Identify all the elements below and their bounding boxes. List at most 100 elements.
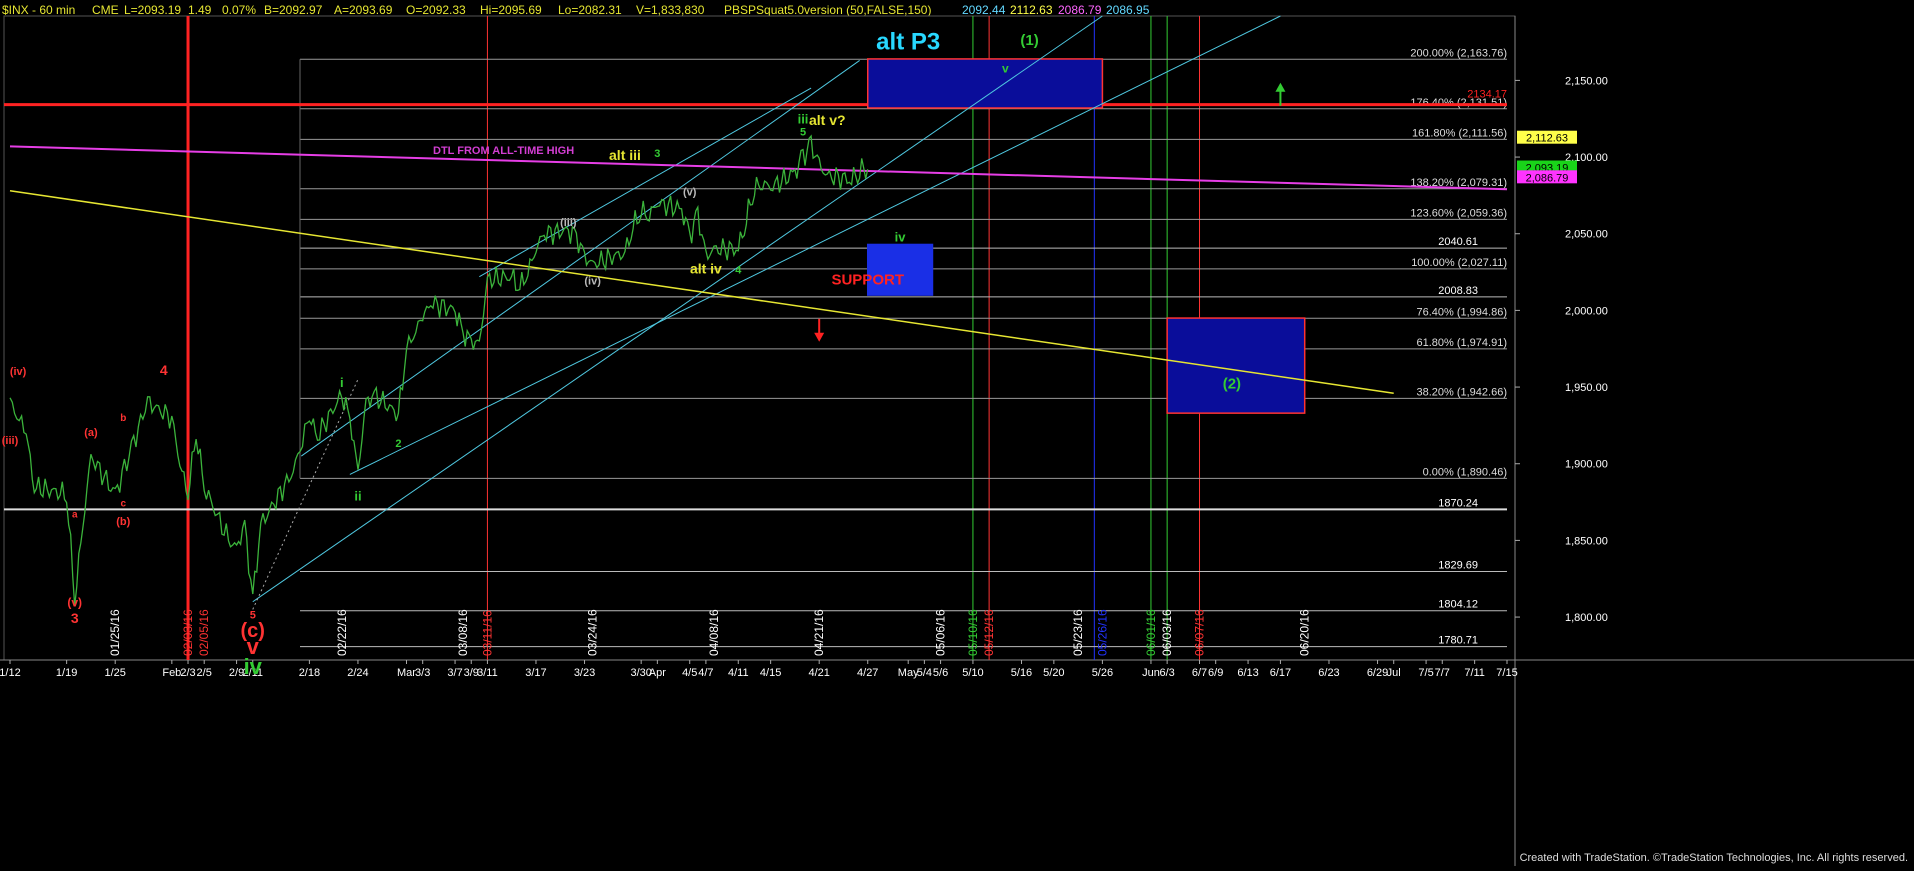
fib-level-label: 100.00% (2,027.11) — [1411, 257, 1507, 269]
wave-label: (1) — [1020, 32, 1038, 49]
x-tick-label: 5/26 — [1092, 667, 1113, 679]
wave-label: alt iv — [690, 261, 722, 277]
wave-label: v — [1002, 62, 1009, 76]
fib-level-label: 76.40% (1,994.86) — [1416, 306, 1507, 318]
wave-label: a — [72, 509, 78, 520]
wave-label: iv — [895, 229, 907, 244]
x-tick-label: 6/3 — [1159, 667, 1174, 679]
date-label: 05/26/16 — [1095, 609, 1109, 656]
horizontal-level-label: 1829.69 — [1438, 560, 1478, 572]
header-low: Lo=2082.31 — [558, 3, 622, 17]
wave-label: SUPPORT — [831, 271, 904, 288]
date-label: 05/06/16 — [934, 609, 948, 656]
x-tick-label: 1/19 — [56, 667, 77, 679]
y-tick-label: 2,000.00 — [1565, 305, 1608, 317]
x-tick-label: 2/18 — [299, 667, 320, 679]
dotted-trendline — [252, 379, 359, 610]
x-tick-label: 6/23 — [1318, 667, 1339, 679]
y-tick-label: 1,850.00 — [1565, 535, 1608, 547]
date-label: 05/10/16 — [966, 609, 980, 656]
date-label: 06/01/16 — [1144, 609, 1158, 656]
fib-level-label: 61.80% (1,974.91) — [1416, 337, 1507, 349]
wave-label: 3 — [654, 148, 660, 160]
y-tick-label: 1,900.00 — [1565, 459, 1608, 471]
horizontal-level-label: 1780.71 — [1438, 635, 1478, 647]
x-tick-label: 7/11 — [1464, 667, 1485, 679]
red-down-arrow — [814, 318, 825, 342]
header-ask: A=2093.69 — [334, 3, 393, 17]
y-tick-label: 2,150.00 — [1565, 75, 1608, 87]
x-tick-label: 3/17 — [525, 667, 546, 679]
x-tick-label: 5/10 — [962, 667, 983, 679]
date-label: 05/12/16 — [982, 609, 996, 656]
wave-label: (2) — [1223, 376, 1241, 393]
wave-label: alt iii — [609, 147, 641, 163]
wave-label: b — [120, 413, 126, 424]
footer-credit: Created with TradeStation. ©TradeStation… — [1519, 852, 1908, 864]
horizontal-level-label: 2008.83 — [1438, 285, 1478, 297]
fib-level-label: 200.00% (2,163.76) — [1410, 47, 1507, 59]
x-tick-label: 3/11 — [477, 667, 498, 679]
price-chart[interactable]: $INX - 60 min CME L=2093.19 1.49 0.07% B… — [0, 0, 1914, 866]
header-open: O=2092.33 — [406, 3, 466, 17]
wave-label: alt v? — [809, 112, 846, 128]
horizontal-level-label: 2040.61 — [1438, 236, 1478, 248]
x-tick-label: 4/7 — [698, 667, 713, 679]
x-tick-label: 6/9 — [1208, 667, 1223, 679]
wave-label: iii — [798, 111, 809, 126]
red-resistance-label: 2134.17 — [1467, 89, 1507, 101]
wave-label: (iv) — [584, 275, 601, 287]
x-tick-label: 3/3 — [415, 667, 430, 679]
wave-label: (b) — [116, 516, 130, 528]
header-indicator: PBSPSquat5.0version (50,FALSE,150) — [724, 3, 931, 17]
wave-label: (iii) — [2, 435, 19, 447]
header-volume: V=1,833,830 — [636, 3, 705, 17]
fib-level-label: 0.00% (1,890.46) — [1423, 466, 1507, 478]
chart-svg: $INX - 60 min CME L=2093.19 1.49 0.07% B… — [0, 3, 1914, 866]
date-label: 05/23/16 — [1071, 609, 1085, 656]
header-symbol: $INX - 60 min — [2, 3, 75, 17]
header-value-3: 2086.79 — [1058, 3, 1102, 17]
x-tick-label: 4/11 — [728, 667, 749, 679]
header-change-pct: 0.07% — [222, 3, 256, 17]
yellow-trendline — [9, 190, 1394, 394]
x-tick-label: 4/15 — [760, 667, 781, 679]
fib-level-label: 38.20% (1,942.66) — [1416, 386, 1507, 398]
header-value-2: 2112.63 — [1010, 3, 1053, 17]
wave-label: 2 — [395, 438, 401, 450]
x-tick-label: 7/5 — [1418, 667, 1433, 679]
x-tick-label: 4/21 — [808, 667, 829, 679]
price-tag-label: 2,086.79 — [1526, 172, 1569, 184]
x-tick-label: 7/15 — [1496, 667, 1517, 679]
y-tick-label: 1,800.00 — [1565, 612, 1608, 624]
x-tick-label: Jun — [1142, 667, 1160, 679]
date-label: 06/07/16 — [1193, 609, 1207, 656]
x-tick-label: 2/24 — [347, 667, 368, 679]
x-tick-label: 6/13 — [1237, 667, 1258, 679]
x-tick-label: 3/23 — [574, 667, 595, 679]
date-label: 02/22/16 — [335, 609, 349, 656]
top-target-box — [866, 58, 1104, 109]
x-tick-label: Apr — [649, 667, 666, 679]
x-tick-label: 1/12 — [0, 667, 21, 679]
date-label: 06/03/16 — [1160, 609, 1174, 656]
x-tick-label: 5/6 — [933, 667, 948, 679]
chart-header: $INX - 60 min CME L=2093.19 1.49 0.07% B… — [2, 3, 1150, 17]
header-change: 1.49 — [188, 3, 212, 17]
wave-label: c — [121, 499, 127, 510]
wave-label: 4 — [160, 362, 168, 378]
horizontal-level-label: 1870.24 — [1438, 497, 1478, 509]
wave-label: (a) — [84, 427, 98, 439]
wave-label: ii — [354, 489, 361, 504]
header-bid: B=2092.97 — [264, 3, 323, 17]
date-label: 06/20/16 — [1298, 609, 1312, 656]
x-tick-label: 5/16 — [1011, 667, 1032, 679]
wave-label: 5 — [800, 127, 806, 139]
wave-label: (iii) — [560, 217, 577, 229]
y-tick-label: 2,050.00 — [1565, 229, 1608, 241]
wave-label: iv — [244, 654, 263, 679]
date-label: 03/24/16 — [586, 609, 600, 656]
date-label: 01/25/16 — [108, 609, 122, 656]
header-exchange: CME — [92, 3, 119, 17]
price-series — [9, 134, 869, 606]
